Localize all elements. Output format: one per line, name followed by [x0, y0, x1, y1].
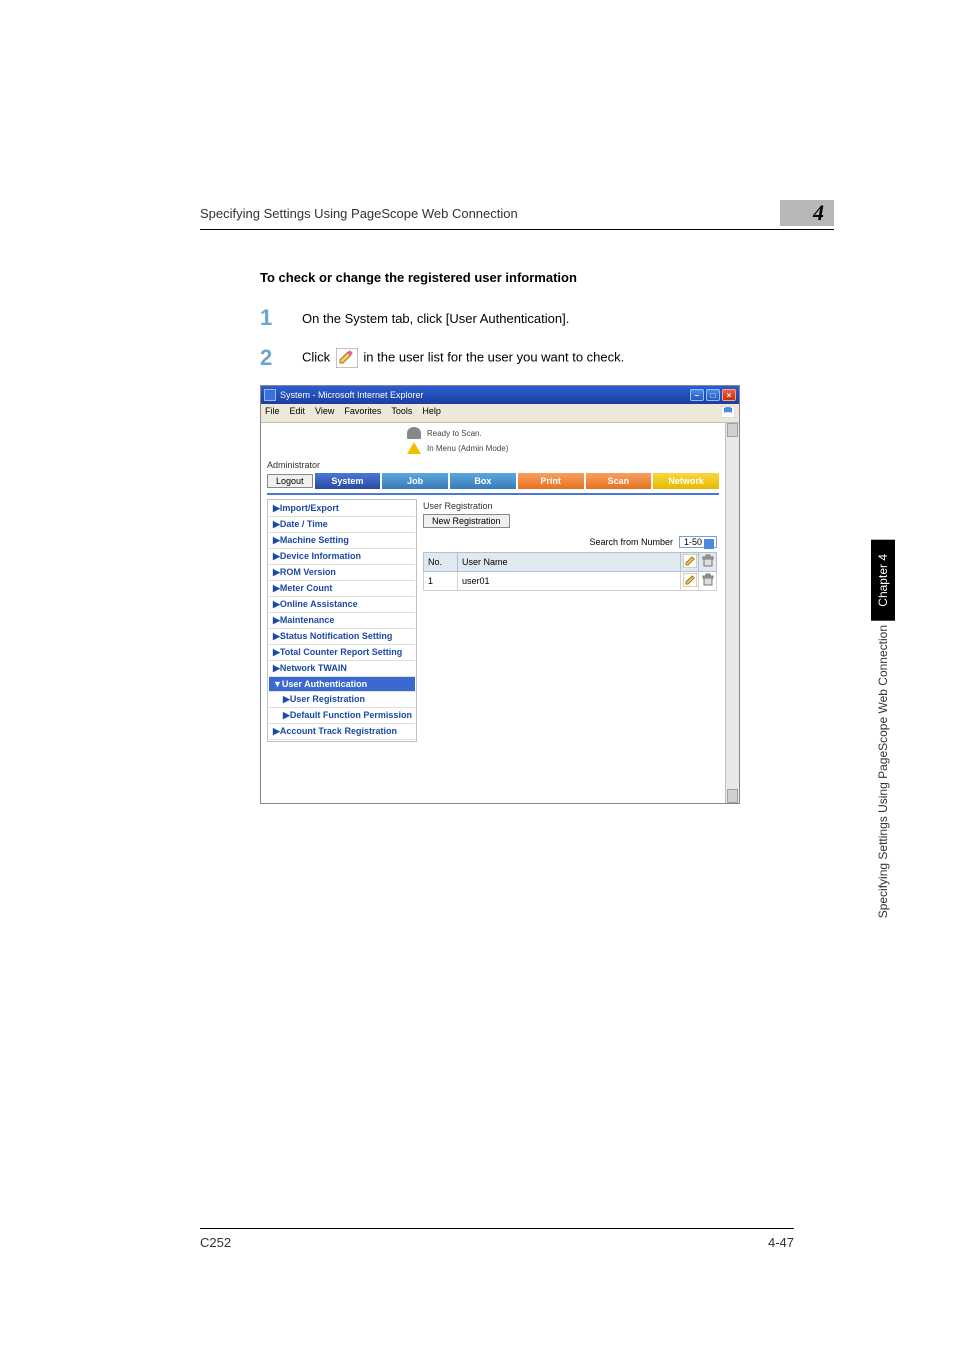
side-tab-chapter: Chapter 4 — [871, 540, 895, 621]
sidebar-item-date-time[interactable]: ▶Date / Time — [269, 517, 415, 533]
sidebar-item-default-function-permission[interactable]: ▶Default Function Permission — [269, 708, 415, 724]
menu-tools[interactable]: Tools — [391, 406, 412, 420]
sidebar-item-machine-setting[interactable]: ▶Machine Setting — [269, 533, 415, 549]
menu-view[interactable]: View — [315, 406, 334, 420]
sidebar-item-network-twain[interactable]: ▶Network TWAIN — [269, 661, 415, 677]
trash-icon[interactable] — [701, 573, 715, 587]
status-ready: Ready to Scan. — [427, 429, 482, 438]
sidebar-item-status-notification[interactable]: ▶Status Notification Setting — [269, 629, 415, 645]
browser-titlebar: System - Microsoft Internet Explorer – □… — [261, 386, 739, 404]
col-no: No. — [424, 553, 458, 572]
ie-app-icon — [264, 389, 276, 401]
sidebar-item-online-assistance[interactable]: ▶Online Assistance — [269, 597, 415, 613]
browser-window-title: System - Microsoft Internet Explorer — [280, 390, 424, 400]
cell-no: 1 — [424, 572, 458, 591]
section-heading: To check or change the registered user i… — [260, 270, 834, 285]
sidebar-item-user-registration[interactable]: ▶User Registration — [269, 692, 415, 708]
footer-rule — [200, 1228, 794, 1229]
chapter-number: 4 — [813, 200, 824, 226]
warning-icon — [407, 442, 421, 454]
status-mode: In Menu (Admin Mode) — [427, 444, 508, 453]
trash-icon[interactable] — [701, 554, 715, 568]
scrollbar[interactable] — [725, 423, 739, 803]
header-rule — [200, 229, 834, 230]
step-number-1: 1 — [260, 305, 302, 331]
menu-favorites[interactable]: Favorites — [344, 406, 381, 420]
side-tab-title: Specifying Settings Using PageScope Web … — [871, 621, 895, 932]
step-number-2: 2 — [260, 345, 302, 371]
sidebar-item-account-track-registration[interactable]: ▶Account Track Registration — [269, 724, 415, 740]
logout-button[interactable]: Logout — [267, 474, 313, 488]
table-row: 1 user01 — [424, 572, 717, 591]
sidebar-item-total-counter-report[interactable]: ▶Total Counter Report Setting — [269, 645, 415, 661]
footer-page-num: 4-47 — [768, 1235, 794, 1250]
footer-model: C252 — [200, 1235, 231, 1250]
admin-label: Administrator — [267, 460, 719, 470]
close-button[interactable]: × — [722, 389, 736, 401]
sidebar-item-meter-count[interactable]: ▶Meter Count — [269, 581, 415, 597]
tab-print[interactable]: Print — [518, 473, 584, 489]
edit-pencil-icon — [336, 348, 358, 368]
edit-pencil-icon[interactable] — [683, 573, 697, 587]
printer-status-icon — [407, 427, 421, 439]
search-range-select[interactable]: 1-50 — [679, 536, 717, 548]
cell-user-name: user01 — [458, 572, 681, 591]
menu-help[interactable]: Help — [422, 406, 441, 420]
sidebar-item-rom-version[interactable]: ▶ROM Version — [269, 565, 415, 581]
sidebar-item-maintenance[interactable]: ▶Maintenance — [269, 613, 415, 629]
chapter-chip: 4 — [780, 200, 834, 226]
user-table: No. User Name — [423, 552, 717, 591]
user-registration-title: User Registration — [423, 501, 717, 511]
sidebar: ▶Import/Export ▶Date / Time ▶Machine Set… — [267, 499, 417, 742]
tab-job[interactable]: Job — [382, 473, 448, 489]
browser-menubar: File Edit View Favorites Tools Help — [261, 404, 739, 423]
ie-flag-icon — [721, 406, 735, 420]
running-header: Specifying Settings Using PageScope Web … — [200, 206, 780, 221]
search-from-number-label: Search from Number — [589, 537, 673, 547]
menu-file[interactable]: File — [265, 406, 280, 420]
sidebar-item-import-export[interactable]: ▶Import/Export — [269, 501, 415, 517]
step-1-text: On the System tab, click [User Authentic… — [302, 311, 569, 326]
edit-pencil-icon[interactable] — [683, 554, 697, 568]
step-2-text: Click in the user list for the user you … — [302, 348, 624, 368]
sidebar-item-user-authentication[interactable]: ▼User Authentication — [269, 677, 415, 692]
new-registration-button[interactable]: New Registration — [423, 514, 510, 528]
maximize-button[interactable]: □ — [706, 389, 720, 401]
minimize-button[interactable]: – — [690, 389, 704, 401]
tab-system[interactable]: System — [315, 473, 381, 489]
menu-edit[interactable]: Edit — [290, 406, 306, 420]
tab-box[interactable]: Box — [450, 473, 516, 489]
tab-scan[interactable]: Scan — [586, 473, 652, 489]
sidebar-item-device-information[interactable]: ▶Device Information — [269, 549, 415, 565]
embedded-screenshot: System - Microsoft Internet Explorer – □… — [260, 385, 740, 804]
tab-network[interactable]: Network — [653, 473, 719, 489]
col-user-name: User Name — [458, 553, 681, 572]
